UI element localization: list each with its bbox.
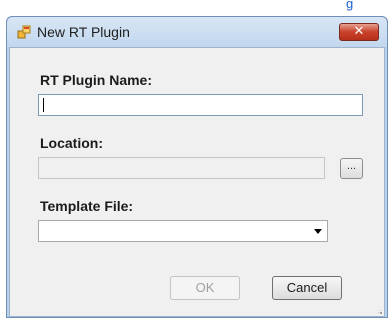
chevron-down-icon — [314, 229, 322, 234]
close-icon: ✕ — [353, 24, 365, 39]
resize-grip-icon[interactable] — [376, 308, 382, 314]
new-rt-plugin-dialog: New RT Plugin ✕ RT Plugin Name: Location… — [6, 16, 388, 318]
plugin-name-input[interactable] — [38, 94, 363, 116]
template-file-dropdown[interactable] — [38, 220, 328, 242]
location-label: Location: — [40, 135, 103, 151]
ok-button[interactable]: OK — [170, 276, 240, 300]
browse-button[interactable]: ... — [340, 158, 363, 179]
cancel-button[interactable]: Cancel — [272, 276, 342, 300]
dialog-title: New RT Plugin — [37, 24, 130, 40]
plugin-name-label: RT Plugin Name: — [40, 72, 153, 88]
background-link-fragment[interactable]: g — [346, 0, 353, 11]
template-file-label: Template File: — [40, 198, 134, 214]
window-app-icon — [17, 25, 31, 39]
dialog-title-bar[interactable]: New RT Plugin ✕ — [7, 17, 387, 47]
text-caret — [43, 98, 44, 112]
dialog-body: RT Plugin Name: Location: ... Template F… — [9, 47, 385, 317]
close-button[interactable]: ✕ — [339, 23, 379, 41]
location-input — [38, 157, 325, 179]
